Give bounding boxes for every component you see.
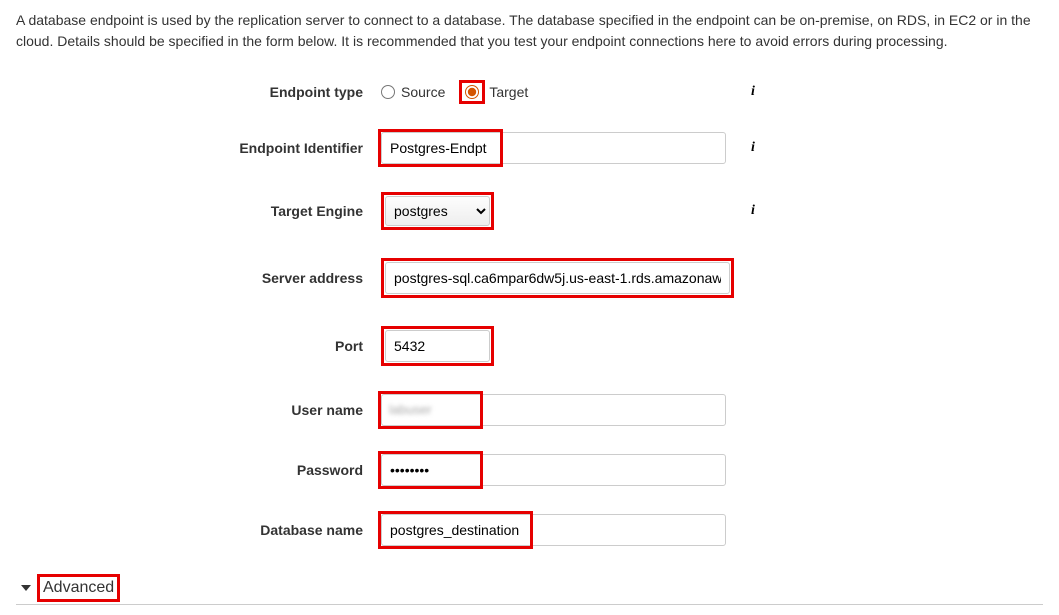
label-target-engine: Target Engine [16,203,381,219]
target-engine-select[interactable]: postgres [385,196,490,226]
database-name-input[interactable] [381,514,726,546]
label-server-address: Server address [16,270,381,286]
radio-target[interactable] [465,85,479,99]
row-database-name: Database name [16,514,1043,546]
user-name-wrap: labuser [381,394,726,426]
advanced-title: Advanced [43,579,114,597]
label-port: Port [16,338,381,354]
highlight-target-engine: postgres [381,192,494,230]
highlight-port [381,326,494,366]
port-wrap [381,326,494,366]
caret-down-icon [21,585,31,591]
target-engine-wrap: postgres [381,192,494,230]
label-endpoint-identifier: Endpoint Identifier [16,140,381,156]
highlight-advanced: Advanced [37,574,120,602]
info-icon[interactable]: i [751,84,755,100]
label-password: Password [16,462,381,478]
server-address-input[interactable] [385,262,730,294]
radio-item-source[interactable]: Source [381,84,455,100]
server-address-wrap [381,258,734,298]
row-user-name: User name labuser [16,394,1043,426]
password-input[interactable] [381,454,726,486]
endpoint-identifier-wrap [381,132,726,164]
row-endpoint-identifier: Endpoint Identifier i [16,132,1043,164]
label-endpoint-type: Endpoint type [16,84,381,100]
endpoint-type-radio-group: Source Target [381,80,538,104]
user-name-input[interactable] [381,394,726,426]
radio-target-label: Target [489,84,528,100]
advanced-section-header[interactable]: Advanced [16,574,1043,605]
database-name-wrap [381,514,726,546]
label-database-name: Database name [16,522,381,538]
highlight-target-radio [459,80,485,104]
description-text: A database endpoint is used by the repli… [16,10,1043,52]
row-port: Port [16,326,1043,366]
endpoint-identifier-input[interactable] [381,132,726,164]
row-server-address: Server address [16,258,1043,298]
info-icon[interactable]: i [751,140,755,156]
row-password: Password [16,454,1043,486]
highlight-server-address [381,258,734,298]
radio-source-label: Source [401,84,445,100]
blurred-username: labuser [389,402,432,417]
row-endpoint-type: Endpoint type Source Target i [16,80,1043,104]
info-icon[interactable]: i [751,203,755,219]
row-target-engine: Target Engine postgres i [16,192,1043,230]
port-input[interactable] [385,330,490,362]
radio-source[interactable] [381,85,395,99]
password-wrap [381,454,726,486]
label-user-name: User name [16,402,381,418]
